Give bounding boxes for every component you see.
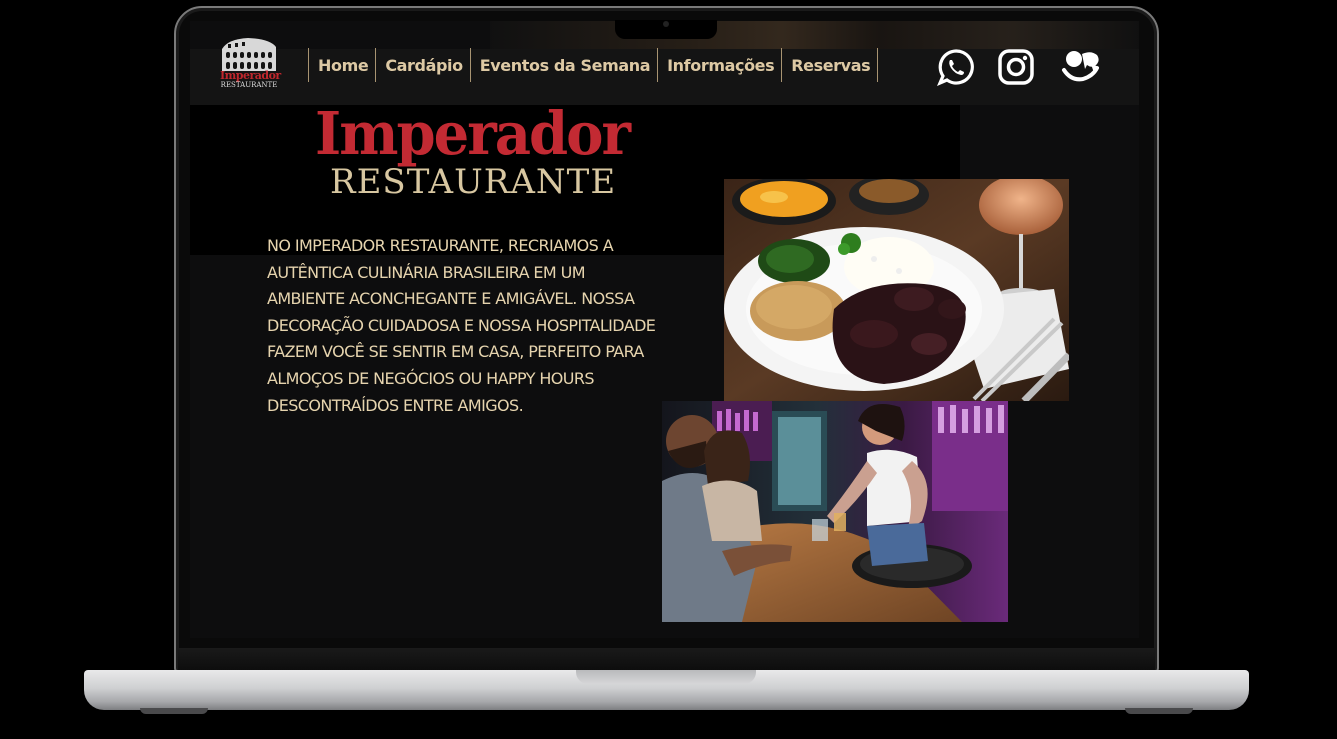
camera-icon xyxy=(663,21,669,27)
page-subtitle: RESTAURANTE xyxy=(330,162,617,202)
laptop-mockup: Imperador RESTAURANTE Home Cardápio Even… xyxy=(0,0,1337,739)
instagram-icon[interactable] xyxy=(997,48,1035,86)
main-nav: Home Cardápio Eventos da Semana Informaç… xyxy=(308,48,879,82)
site-logo[interactable]: Imperador RESTAURANTE xyxy=(218,35,281,91)
messenger-icon[interactable] xyxy=(1061,48,1099,86)
laptop-screen-bezel xyxy=(178,648,1155,672)
food-photo xyxy=(724,179,1069,401)
nav-cardapio[interactable]: Cardápio xyxy=(375,48,469,82)
whatsapp-icon[interactable] xyxy=(936,48,975,87)
nav-eventos[interactable]: Eventos da Semana xyxy=(469,48,657,82)
nav-reservas[interactable]: Reservas xyxy=(781,48,879,82)
logo-subtitle: RESTAURANTE xyxy=(220,81,278,89)
nav-home[interactable]: Home xyxy=(308,48,375,82)
about-text: NO IMPERADOR RESTAURANTE, RECRIAMOS A AU… xyxy=(267,236,656,415)
laptop-foot-right xyxy=(1125,708,1193,714)
laptop-foot-left xyxy=(140,708,208,714)
bar-photo xyxy=(662,401,1008,622)
laptop-screen: Imperador RESTAURANTE Home Cardápio Even… xyxy=(190,21,1139,638)
logo-wordmark: Imperador xyxy=(220,69,281,82)
page-title: Imperador xyxy=(315,99,631,169)
nav-informacoes[interactable]: Informações xyxy=(657,48,781,82)
laptop-opening-notch xyxy=(576,670,756,684)
hero-background xyxy=(490,21,1139,49)
